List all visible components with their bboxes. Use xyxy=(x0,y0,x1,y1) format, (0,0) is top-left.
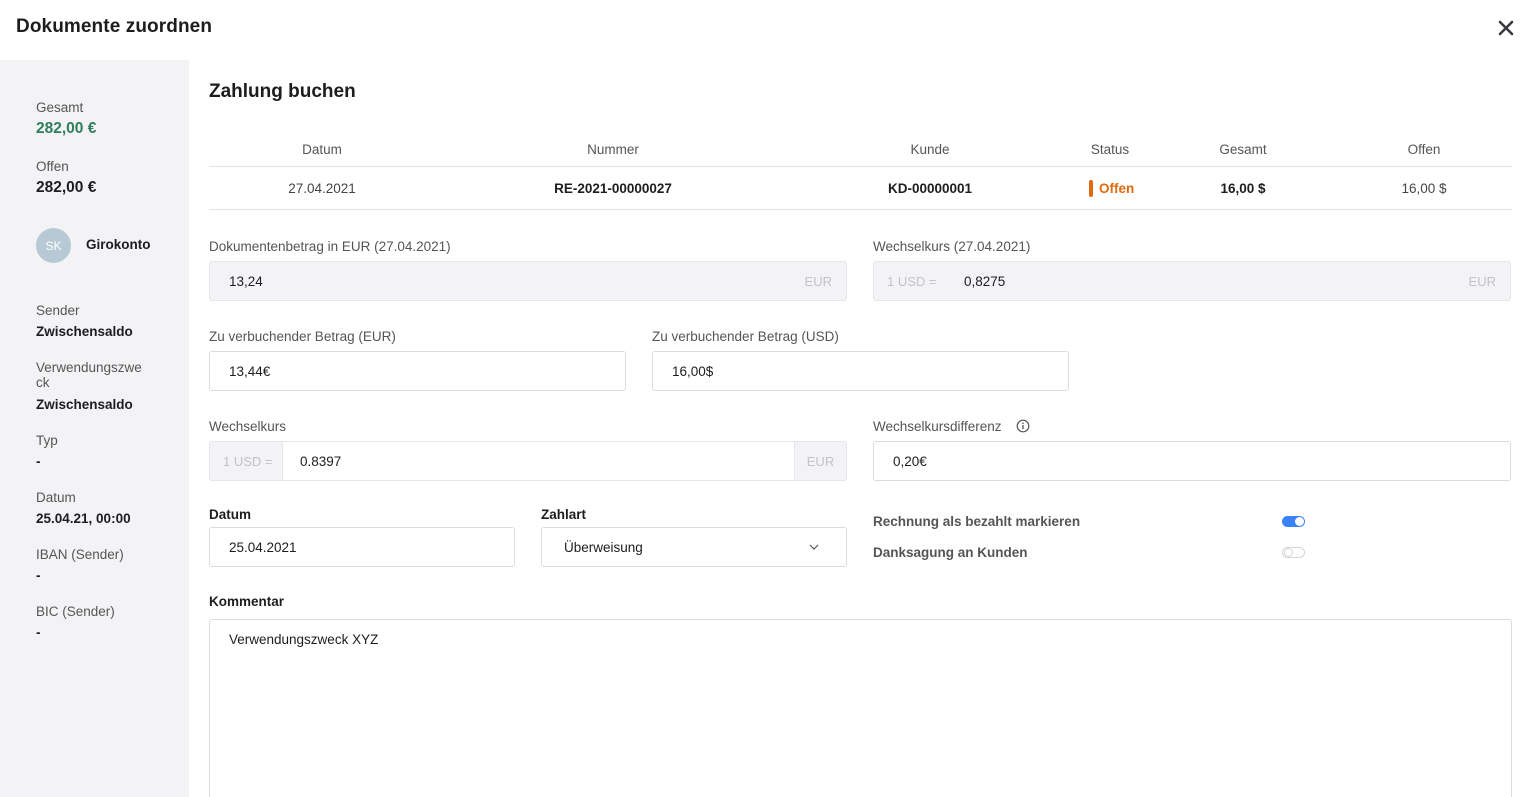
avatar: SK xyxy=(36,228,71,263)
thank-customer-toggle[interactable] xyxy=(1282,547,1305,558)
book-usd-label: Zu verbuchender Betrag (USD) xyxy=(652,329,839,344)
table-divider-bottom xyxy=(209,209,1512,210)
account-name: Girokonto xyxy=(86,237,151,252)
toggle-knob xyxy=(1284,548,1293,557)
chevron-down-icon xyxy=(809,544,819,550)
toggle-knob xyxy=(1295,517,1304,526)
book-usd-input[interactable]: 16,00$ xyxy=(652,351,1069,391)
type-value: - xyxy=(36,454,41,469)
payment-type-select[interactable]: Überweisung xyxy=(541,527,847,567)
comment-textarea[interactable]: Verwendungszweck XYZ xyxy=(209,619,1512,797)
comment-label: Kommentar xyxy=(209,594,285,609)
rate-diff-input[interactable]: 0,20€ xyxy=(873,441,1511,481)
rate-input[interactable]: 1 USD = 0.8397 EUR xyxy=(209,441,847,481)
total-label: Gesamt xyxy=(36,100,84,115)
rate-prefix: 1 USD = xyxy=(210,442,283,480)
mark-paid-toggle[interactable] xyxy=(1282,516,1305,527)
close-button[interactable] xyxy=(1494,16,1518,40)
rate-diff-label: Wechselkursdifferenz xyxy=(873,419,1002,434)
payment-type-label: Zahlart xyxy=(541,507,587,522)
modal-header: Dokumente zuordnen xyxy=(0,0,1529,60)
total-value: 282,00 € xyxy=(36,120,97,137)
purpose-label: Verwendungszwe ck xyxy=(36,360,142,390)
sender-value: Zwischensaldo xyxy=(36,324,133,339)
table-header-offen[interactable]: Offen xyxy=(1408,142,1441,157)
payment-type-value: Überweisung xyxy=(564,539,643,555)
date-input[interactable]: 25.04.2021 xyxy=(209,527,515,567)
cell-kunde: KD-00000001 xyxy=(887,181,973,196)
book-eur-value: 13,44€ xyxy=(229,363,271,379)
doc-rate-suffix: EUR xyxy=(1468,273,1496,289)
cell-gesamt: 16,00 $ xyxy=(1220,181,1266,196)
open-label: Offen xyxy=(36,159,69,174)
thank-customer-label: Danksagung an Kunden xyxy=(873,545,1028,560)
purpose-value: Zwischensaldo xyxy=(36,397,133,412)
type-label: Typ xyxy=(36,433,58,448)
table-divider xyxy=(209,166,1512,167)
doc-rate-value: 0,8275 xyxy=(964,273,1006,289)
doc-amount-value: 13,24 xyxy=(229,273,263,289)
bic-label: BIC (Sender) xyxy=(36,604,115,619)
doc-rate-field: 1 USD = 0,8275 EUR xyxy=(873,261,1511,301)
doc-amount-field: 13,24 EUR xyxy=(209,261,847,301)
doc-rate-prefix: 1 USD = xyxy=(874,262,947,300)
date-field-label: Datum xyxy=(209,507,252,522)
bic-value: - xyxy=(36,625,41,640)
transaction-sidebar xyxy=(0,60,189,797)
date-value: 25.04.21, 00:00 xyxy=(36,511,131,526)
section-title: Zahlung buchen xyxy=(209,81,356,102)
modal-title: Dokumente zuordnen xyxy=(16,16,213,37)
iban-label: IBAN (Sender) xyxy=(36,547,124,562)
rate-label: Wechselkurs xyxy=(209,419,287,434)
table-header-datum[interactable]: Datum xyxy=(302,142,342,157)
comment-value: Verwendungszweck XYZ xyxy=(229,632,379,647)
iban-value: - xyxy=(36,568,41,583)
close-icon xyxy=(1498,20,1514,36)
doc-amount-suffix: EUR xyxy=(804,273,832,289)
doc-amount-label: Dokumentenbetrag in EUR (27.04.2021) xyxy=(209,239,451,254)
book-usd-value: 16,00$ xyxy=(672,363,714,379)
date-label: Datum xyxy=(36,490,76,505)
info-icon[interactable] xyxy=(1016,419,1030,433)
table-header-status[interactable]: Status xyxy=(1091,142,1129,157)
date-input-value: 25.04.2021 xyxy=(229,539,297,555)
status-indicator xyxy=(1089,180,1093,197)
status-badge: Offen xyxy=(1089,180,1134,197)
doc-rate-label: Wechselkurs (27.04.2021) xyxy=(873,239,1031,254)
sender-label: Sender xyxy=(36,303,80,318)
table-header-gesamt[interactable]: Gesamt xyxy=(1219,142,1266,157)
cell-offen: 16,00 $ xyxy=(1401,181,1447,196)
rate-diff-value: 0,20€ xyxy=(893,453,927,469)
rate-value: 0.8397 xyxy=(283,442,794,480)
cell-nummer: RE-2021-00000027 xyxy=(554,181,672,196)
mark-paid-label: Rechnung als bezahlt markieren xyxy=(873,514,1081,529)
book-eur-label: Zu verbuchender Betrag (EUR) xyxy=(209,329,396,344)
table-header-nummer[interactable]: Nummer xyxy=(587,142,639,157)
table-header-kunde[interactable]: Kunde xyxy=(910,142,949,157)
rate-suffix: EUR xyxy=(794,442,846,480)
cell-datum: 27.04.2021 xyxy=(288,181,356,196)
open-value: 282,00 € xyxy=(36,179,97,196)
status-text: Offen xyxy=(1099,181,1135,196)
book-eur-input[interactable]: 13,44€ xyxy=(209,351,626,391)
